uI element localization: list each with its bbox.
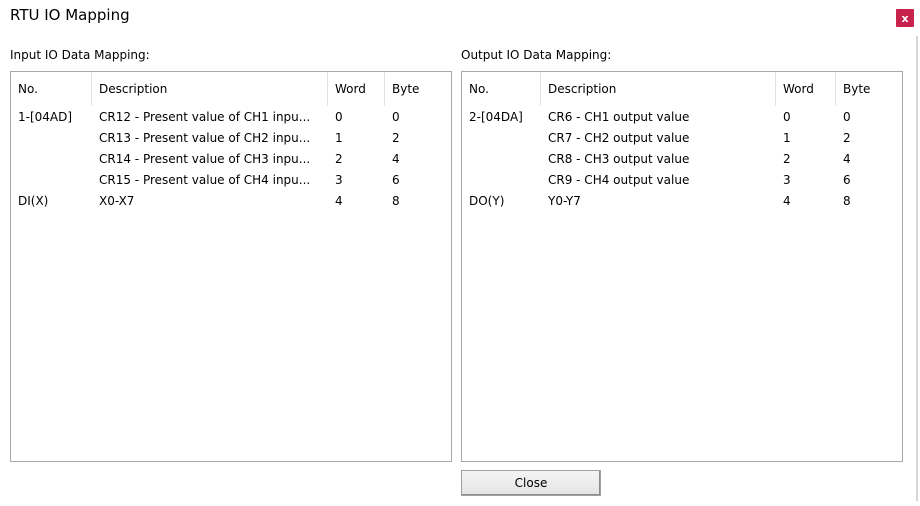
cell-word: 1 xyxy=(335,131,343,145)
table-row[interactable]: CR14 - Present value of CH3 inpu... 2 4 xyxy=(11,149,451,170)
close-icon[interactable]: x xyxy=(896,9,914,27)
input-mapping-list[interactable]: No. Description Word Byte 1-[04AD] CR12 … xyxy=(10,71,452,462)
list-header: No. Description Word Byte xyxy=(11,72,451,106)
cell-no xyxy=(462,128,541,149)
cell-description: Y0-Y7 xyxy=(548,194,581,208)
cell-no xyxy=(462,149,541,170)
cell-description: CR12 - Present value of CH1 inpu... xyxy=(99,110,311,124)
column-header-byte[interactable]: Byte xyxy=(385,72,451,106)
cell-byte: 8 xyxy=(392,194,400,208)
input-mapping-label: Input IO Data Mapping: xyxy=(10,48,150,62)
cell-word: 0 xyxy=(335,110,343,124)
cell-byte: 4 xyxy=(843,152,851,166)
cell-byte: 2 xyxy=(392,131,400,145)
cell-no: DI(X) xyxy=(18,194,49,208)
cell-no xyxy=(11,149,92,170)
cell-word: 4 xyxy=(335,194,343,208)
output-mapping-list[interactable]: No. Description Word Byte 2-[04DA] CR6 -… xyxy=(461,71,903,462)
cell-no: 2-[04DA] xyxy=(469,110,523,124)
cell-no: 1-[04AD] xyxy=(18,110,73,124)
cell-word: 2 xyxy=(783,152,791,166)
cell-word: 2 xyxy=(335,152,343,166)
cell-description: X0-X7 xyxy=(99,194,135,208)
dialog-right-border xyxy=(916,36,918,501)
cell-word: 0 xyxy=(783,110,791,124)
cell-description: CR8 - CH3 output value xyxy=(548,152,690,166)
cell-no: DO(Y) xyxy=(469,194,505,208)
table-row[interactable]: CR15 - Present value of CH4 inpu... 3 6 xyxy=(11,170,451,191)
column-header-word[interactable]: Word xyxy=(776,72,836,106)
cell-description: CR14 - Present value of CH3 inpu... xyxy=(99,152,311,166)
column-header-description[interactable]: Description xyxy=(92,72,328,106)
table-row[interactable]: DO(Y) Y0-Y7 4 8 xyxy=(462,191,902,212)
column-header-no[interactable]: No. xyxy=(462,72,541,106)
cell-no xyxy=(11,128,92,149)
list-header: No. Description Word Byte xyxy=(462,72,902,106)
dialog-title: RTU IO Mapping xyxy=(10,6,130,24)
table-row[interactable]: CR7 - CH2 output value 1 2 xyxy=(462,128,902,149)
table-row[interactable]: 2-[04DA] CR6 - CH1 output value 0 0 xyxy=(462,107,902,128)
cell-description: CR7 - CH2 output value xyxy=(548,131,690,145)
cell-byte: 4 xyxy=(392,152,400,166)
column-header-no[interactable]: No. xyxy=(11,72,92,106)
cell-word: 4 xyxy=(783,194,791,208)
table-row[interactable]: 1-[04AD] CR12 - Present value of CH1 inp… xyxy=(11,107,451,128)
cell-byte: 8 xyxy=(843,194,851,208)
table-row[interactable]: CR9 - CH4 output value 3 6 xyxy=(462,170,902,191)
cell-description: CR6 - CH1 output value xyxy=(548,110,690,124)
cell-byte: 0 xyxy=(843,110,851,124)
cell-word: 3 xyxy=(783,173,791,187)
cell-description: CR9 - CH4 output value xyxy=(548,173,690,187)
column-header-description[interactable]: Description xyxy=(541,72,776,106)
close-button[interactable]: Close xyxy=(461,470,601,496)
cell-byte: 6 xyxy=(843,173,851,187)
cell-byte: 6 xyxy=(392,173,400,187)
cell-no xyxy=(11,170,92,191)
cell-description: CR13 - Present value of CH2 inpu... xyxy=(99,131,311,145)
table-row[interactable]: CR13 - Present value of CH2 inpu... 1 2 xyxy=(11,128,451,149)
cell-word: 3 xyxy=(335,173,343,187)
cell-no xyxy=(462,170,541,191)
table-row[interactable]: CR8 - CH3 output value 2 4 xyxy=(462,149,902,170)
column-header-word[interactable]: Word xyxy=(328,72,385,106)
cell-byte: 0 xyxy=(392,110,400,124)
output-mapping-label: Output IO Data Mapping: xyxy=(461,48,612,62)
table-row[interactable]: DI(X) X0-X7 4 8 xyxy=(11,191,451,212)
cell-word: 1 xyxy=(783,131,791,145)
cell-description: CR15 - Present value of CH4 inpu... xyxy=(99,173,311,187)
cell-byte: 2 xyxy=(843,131,851,145)
column-header-byte[interactable]: Byte xyxy=(836,72,902,106)
